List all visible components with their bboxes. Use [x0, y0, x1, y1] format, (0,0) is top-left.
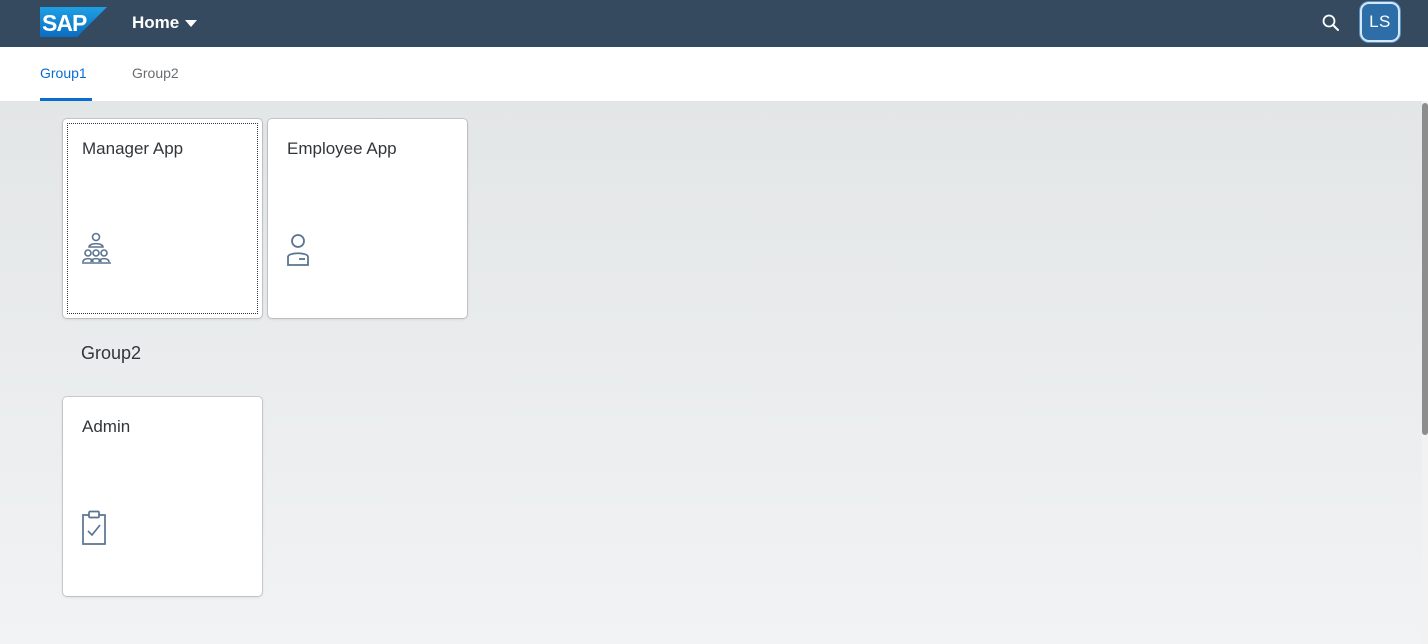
tile-title: Manager App	[82, 139, 184, 158]
tile-employee-app[interactable]: Employee App	[268, 119, 467, 318]
employee-icon	[287, 234, 309, 266]
shell-bar: SAP Home LS	[0, 0, 1428, 47]
svg-text:SAP: SAP	[42, 10, 87, 36]
group-title: Group2	[81, 343, 142, 363]
anchor-tab-label: Group1	[40, 65, 87, 81]
home-title: Home	[132, 13, 180, 32]
tile-admin[interactable]: Admin	[63, 397, 262, 596]
anchor-tab-group2[interactable]: Group2	[132, 65, 179, 101]
manager-group-icon	[82, 232, 111, 264]
search-icon[interactable]	[1320, 12, 1342, 34]
chevron-down-icon	[185, 20, 198, 27]
sap-logo[interactable]: SAP	[40, 7, 107, 37]
user-avatar[interactable]: LS	[1360, 2, 1400, 42]
anchor-tab-group1[interactable]: Group1	[40, 65, 92, 101]
home-menu-button[interactable]: Home	[132, 11, 198, 35]
clipboard-check-icon	[82, 510, 106, 545]
anchor-tab-label: Group2	[132, 65, 179, 81]
user-initials: LS	[1369, 12, 1391, 31]
vertical-scrollbar[interactable]	[1422, 101, 1428, 644]
tile-title: Admin	[82, 417, 131, 436]
anchor-navigation-bar: Group1 Group2	[0, 47, 1428, 101]
tile-manager-app[interactable]: Manager App	[63, 119, 262, 318]
tile-title: Employee App	[287, 139, 397, 158]
scrollbar-thumb[interactable]	[1422, 103, 1428, 435]
